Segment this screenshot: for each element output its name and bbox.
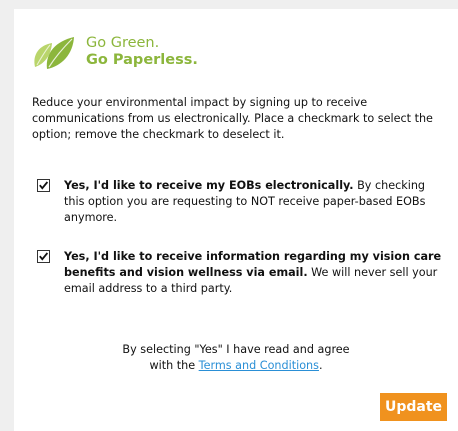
eob-electronic-label: Yes, I'd like to receive my EOBs electro… [64, 178, 444, 226]
terms-and-conditions-link[interactable]: Terms and Conditions [199, 359, 319, 372]
email-info-label: Yes, I'd like to receive information reg… [64, 249, 444, 297]
update-button[interactable]: Update [380, 393, 447, 421]
terms-suffix: . [318, 359, 323, 372]
eob-electronic-checkbox[interactable] [37, 179, 50, 192]
eob-electronic-label-bold: Yes, I'd like to receive my EOBs electro… [64, 179, 354, 192]
logo-line-go-green: Go Green. [86, 35, 160, 51]
terms-prefix: with the [149, 359, 199, 372]
logo-line-go-paperless: Go Paperless. [86, 52, 198, 68]
terms-line-1: By selecting "Yes" I have read and agree [122, 343, 350, 356]
leaf-icon [34, 37, 74, 69]
go-green-logo: Go Green. Go Paperless. [32, 33, 232, 83]
intro-text: Reduce your environmental impact by sign… [32, 96, 433, 141]
email-info-checkbox[interactable] [37, 250, 50, 263]
checkmark-icon [39, 181, 49, 190]
terms-line-2: with the Terms and Conditions. [28, 358, 444, 374]
terms-agreement: By selecting "Yes" I have read and agree… [28, 342, 444, 374]
go-paperless-panel: Go Green. Go Paperless. Reduce your envi… [14, 9, 458, 431]
checkmark-icon [39, 252, 49, 261]
